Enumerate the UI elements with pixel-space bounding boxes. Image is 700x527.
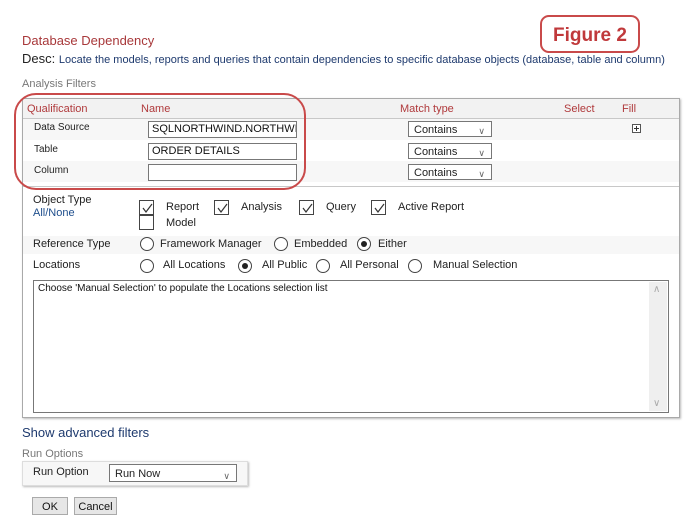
scroll-up-icon[interactable]: ∧ (653, 284, 660, 295)
cancel-button[interactable]: Cancel (74, 497, 117, 515)
all-personal-label: All Personal (340, 259, 399, 271)
column-match-type-select[interactable]: Contains ∨ (408, 164, 492, 180)
chevron-down-icon: ∨ (478, 148, 485, 158)
column-header-match-type: Match type (400, 103, 454, 115)
listbox-scrollbar[interactable]: ∧ ∨ (649, 282, 667, 411)
active-report-label: Active Report (398, 201, 465, 213)
framework-manager-radio[interactable] (140, 237, 154, 251)
manual-selection-label: Manual Selection (433, 259, 518, 271)
figure-badge: Figure 2 (540, 15, 640, 53)
match-type-value: Contains (414, 124, 458, 136)
locations-label: Locations (33, 259, 81, 271)
embedded-radio[interactable] (274, 237, 288, 251)
all-locations-radio[interactable] (140, 259, 154, 273)
table-match-type-select[interactable]: Contains ∨ (408, 143, 492, 159)
chevron-down-icon: ∨ (478, 126, 485, 136)
object-type-label: Object Type (33, 194, 92, 206)
all-personal-radio[interactable] (316, 259, 330, 273)
scroll-down-icon[interactable]: ∨ (653, 398, 660, 409)
all-public-radio[interactable] (238, 259, 252, 273)
checkmark-icon (374, 203, 385, 213)
embedded-label: Embedded (294, 238, 348, 250)
all-locations-label: All Locations (163, 259, 226, 271)
run-option-select[interactable]: Run Now ∨ (109, 464, 237, 482)
data-source-match-type-select[interactable]: Contains ∨ (408, 121, 492, 137)
run-option-label: Run Option (33, 466, 89, 478)
locations-listbox[interactable]: Choose 'Manual Selection' to populate th… (33, 280, 669, 413)
reference-type-row-bg (23, 236, 679, 254)
report-checkbox[interactable] (139, 200, 154, 215)
chevron-down-icon: ∨ (478, 169, 485, 179)
run-option-value: Run Now (115, 468, 161, 480)
match-type-value: Contains (414, 167, 458, 179)
analysis-filters-label: Analysis Filters (22, 78, 96, 90)
column-header-select: Select (564, 103, 595, 115)
checkmark-icon (142, 203, 153, 213)
model-checkbox[interactable] (139, 215, 154, 230)
chevron-down-icon: ∨ (223, 471, 230, 481)
either-label: Either (378, 238, 407, 250)
analysis-label: Analysis (241, 201, 282, 213)
page-title: Database Dependency (22, 33, 155, 48)
query-label: Query (326, 201, 356, 213)
manual-selection-radio[interactable] (408, 259, 422, 273)
framework-manager-label: Framework Manager (160, 238, 262, 250)
all-none-link[interactable]: All/None (33, 207, 75, 219)
checkmark-icon (302, 203, 313, 213)
model-label: Model (166, 217, 196, 229)
match-type-value: Contains (414, 146, 458, 158)
desc-prefix: Desc: (22, 51, 56, 66)
ok-button[interactable]: OK (32, 497, 68, 515)
fill-plus-icon[interactable] (632, 124, 641, 133)
column-header-fill: Fill (622, 103, 637, 115)
checkmark-icon (217, 203, 228, 213)
desc-text: Locate the models, reports and queries t… (58, 54, 665, 66)
show-advanced-filters-link[interactable]: Show advanced filters (22, 425, 149, 440)
reference-type-label: Reference Type (33, 238, 111, 250)
query-checkbox[interactable] (299, 200, 314, 215)
all-public-label: All Public (262, 259, 308, 271)
run-options-label: Run Options (22, 448, 84, 460)
annotation-highlight-oval (14, 93, 306, 190)
analysis-checkbox[interactable] (214, 200, 229, 215)
either-radio[interactable] (357, 237, 371, 251)
locations-list-hint: Choose 'Manual Selection' to populate th… (38, 283, 328, 294)
report-label: Report (166, 201, 200, 213)
active-report-checkbox[interactable] (371, 200, 386, 215)
